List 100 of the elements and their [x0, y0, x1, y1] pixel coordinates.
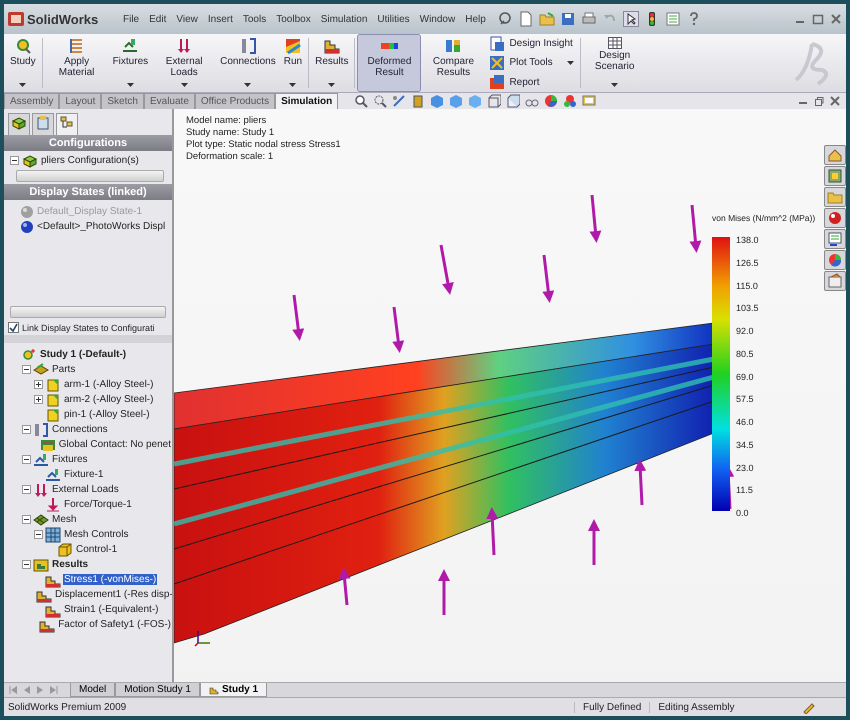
ribbon-button[interactable]: Fixtures: [108, 34, 152, 92]
legend-value: 11.5: [736, 485, 754, 496]
tree-item[interactable]: Fixtures: [51, 454, 89, 465]
legend-value: 80.5: [736, 348, 755, 359]
tree-item[interactable]: pliers Configuration(s): [41, 155, 139, 166]
task-pane-tab[interactable]: [824, 208, 846, 228]
ribbon-button[interactable]: Apply Material: [44, 34, 109, 92]
ribbon-button[interactable]: Connections: [216, 34, 280, 92]
ribbon-button[interactable]: Compare Results: [421, 34, 486, 92]
tree-item[interactable]: Parts: [51, 364, 76, 375]
tab[interactable]: Evaluate: [144, 93, 195, 109]
menu-item[interactable]: Window: [414, 12, 460, 26]
ribbon-button[interactable]: Plot Tools: [489, 54, 553, 71]
scene-icon[interactable]: [563, 94, 578, 108]
ribbon-button[interactable]: Deformed Result: [357, 34, 422, 92]
ribbon-button[interactable]: Results: [311, 34, 352, 92]
tree-item[interactable]: pin-1 (-Alloy Steel-): [63, 409, 151, 420]
ribbon-button[interactable]: Design Insight: [489, 36, 573, 52]
collapse-icon[interactable]: [34, 530, 43, 539]
new-document-icon[interactable]: [518, 11, 534, 27]
ribbon-button[interactable]: Report: [489, 74, 540, 90]
tab[interactable]: Assembly: [4, 93, 60, 109]
menu-item[interactable]: Tools: [238, 12, 272, 26]
task-pane-tab[interactable]: [824, 166, 846, 186]
close-icon[interactable]: [830, 96, 840, 106]
menu-item[interactable]: View: [171, 12, 203, 26]
close-icon[interactable]: [830, 13, 842, 25]
tree-item[interactable]: Force/Torque-1: [63, 499, 133, 510]
legend-value: 46.0: [736, 417, 755, 427]
menu-item[interactable]: Help: [460, 12, 491, 26]
expand-icon[interactable]: [34, 395, 43, 404]
tree-item[interactable]: Stress1 (-vonMises-): [63, 574, 158, 585]
cube-wireframe-icon[interactable]: [487, 94, 502, 108]
tab[interactable]: Layout: [59, 93, 102, 109]
restore-icon[interactable]: [814, 96, 824, 106]
tab[interactable]: Simulation: [275, 93, 338, 109]
part-icon: [45, 406, 61, 422]
tree-item[interactable]: Connections: [51, 424, 109, 435]
cursor-icon[interactable]: [622, 11, 639, 27]
collapse-icon[interactable]: [22, 455, 31, 464]
ribbon-button[interactable]: Run: [280, 34, 306, 92]
dropdown-arrow-icon[interactable]: [566, 60, 574, 65]
tab[interactable]: Model: [70, 683, 116, 697]
zoom-icon[interactable]: [354, 94, 368, 108]
menu-item[interactable]: File: [118, 12, 144, 26]
checklist-icon[interactable]: [664, 11, 681, 27]
ribbon-button[interactable]: External Loads: [152, 34, 216, 92]
tree-item[interactable]: Results: [51, 559, 90, 570]
menu-item[interactable]: Simulation: [316, 12, 372, 26]
maximize-icon[interactable]: [812, 13, 824, 25]
mesh-grid-icon: [45, 526, 61, 542]
task-pane-tab[interactable]: [824, 250, 846, 270]
tree-item[interactable]: Fixture-1: [63, 469, 104, 480]
tree-item[interactable]: arm-2 (-Alloy Steel-): [63, 394, 154, 405]
tree-item[interactable]: Study 1 (-Default-): [39, 349, 128, 360]
section-icon[interactable]: [411, 94, 426, 108]
collapse-icon[interactable]: [22, 485, 31, 494]
display-icon[interactable]: [582, 94, 596, 108]
pencil-arrow-icon[interactable]: [392, 94, 406, 108]
task-pane-tab[interactable]: [824, 271, 846, 291]
tree-item[interactable]: Global Contact: No penet: [58, 439, 172, 450]
property-icon[interactable]: [35, 115, 51, 131]
tree-item[interactable]: Mesh: [51, 514, 78, 525]
property-list-icon: [827, 231, 843, 247]
app-logo-icon: [8, 12, 24, 26]
task-pane-tab[interactable]: [824, 145, 846, 165]
tab[interactable]: Office Products: [194, 93, 276, 109]
tree-item[interactable]: External Loads: [51, 484, 120, 495]
menu-item[interactable]: Toolbox: [271, 12, 316, 26]
ribbon-button[interactable]: Study: [6, 34, 40, 92]
tab[interactable]: Study 1: [200, 683, 268, 697]
tab[interactable]: Sketch: [101, 93, 144, 109]
tab[interactable]: Motion Study 1: [115, 683, 200, 697]
menu-item[interactable]: Edit: [144, 12, 172, 26]
collapse-icon[interactable]: [22, 560, 31, 569]
tree-item[interactable]: Factor of Safety1 (-FOS-): [57, 619, 172, 630]
collapse-icon[interactable]: [10, 156, 19, 165]
horizontal-scrollbar[interactable]: [16, 170, 164, 182]
display-state-item[interactable]: <Default>_PhotoWorks Displ: [37, 221, 166, 232]
zoom-area-icon[interactable]: [373, 94, 388, 108]
assembly-icon[interactable]: [11, 115, 27, 131]
tree-item[interactable]: Mesh Controls: [63, 529, 130, 540]
menu-item[interactable]: Insert: [202, 12, 238, 26]
collapse-icon[interactable]: [22, 365, 31, 374]
horizontal-scrollbar[interactable]: [10, 306, 166, 318]
tree-item[interactable]: Displacement1 (-Res disp-: [54, 589, 172, 600]
checkbox[interactable]: [8, 322, 19, 333]
collapse-icon[interactable]: [22, 515, 31, 524]
expand-icon[interactable]: [34, 380, 43, 389]
folder-icon[interactable]: [538, 11, 555, 27]
task-pane-tab[interactable]: [824, 229, 846, 249]
tree-item[interactable]: Control-1: [75, 544, 118, 555]
save-icon[interactable]: [560, 11, 576, 27]
box-icon[interactable]: [506, 94, 520, 108]
menu-item[interactable]: Utilities: [372, 12, 415, 26]
tree-item[interactable]: arm-1 (-Alloy Steel-): [63, 379, 154, 390]
ribbon-button[interactable]: Design Scenario: [582, 34, 647, 92]
color-wheel-icon[interactable]: [544, 94, 558, 108]
tree-item[interactable]: Strain1 (-Equivalent-): [63, 604, 160, 615]
collapse-icon[interactable]: [22, 425, 31, 434]
